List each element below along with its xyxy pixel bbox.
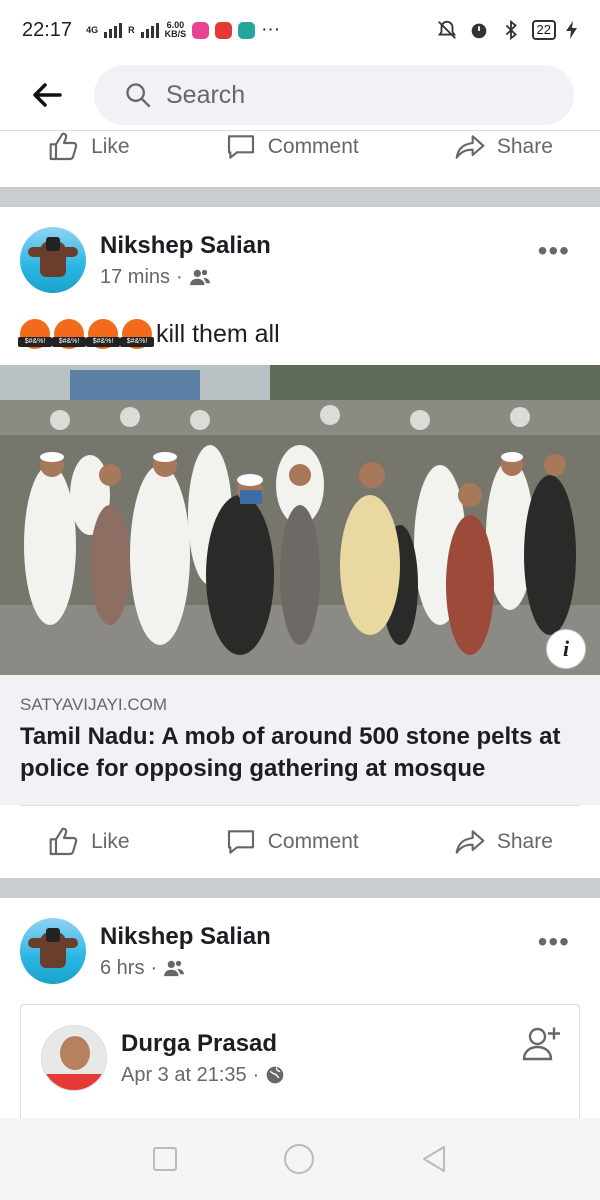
comment-icon [227, 135, 254, 159]
more-notifications: ··· [261, 19, 281, 40]
thumbs-up-icon [49, 827, 78, 856]
link-title: Tamil Nadu: A mob of around 500 stone pe… [20, 723, 561, 782]
status-bar: 22:17 4G R 6.00 KB/S ··· 22 [0, 0, 600, 60]
link-preview[interactable]: SATYAVIJAYI.COM Tamil Nadu: A mob of aro… [0, 675, 600, 805]
post-text: $#&%! $#&%! $#&%! $#&%! kill them all [0, 293, 600, 349]
post-separator [0, 878, 600, 898]
post-timestamp[interactable]: 17 mins [100, 266, 170, 289]
link-domain: SATYAVIJAYI.COM [20, 695, 168, 714]
angry-emoji-icon: $#&%! [86, 319, 120, 349]
post-separator [0, 187, 600, 207]
shared-author-avatar[interactable] [41, 1025, 107, 1091]
comment-label: Comment [267, 830, 359, 853]
like-label: Like [91, 830, 130, 853]
dot-separator: · [252, 1063, 260, 1086]
angry-emoji-icon: $#&%! [18, 319, 52, 349]
shared-timestamp[interactable]: Apr 3 at 21:35 [121, 1064, 247, 1087]
search-icon [126, 83, 151, 108]
comment-label: Comment [267, 135, 359, 158]
app-notification-icon-2 [238, 21, 256, 39]
photo-background [0, 365, 600, 435]
avatar[interactable] [20, 227, 86, 293]
share-label: Share [496, 135, 553, 158]
post-timestamp[interactable]: 6 hrs [100, 957, 144, 980]
home-icon[interactable] [283, 1143, 315, 1175]
system-nav-bar [0, 1118, 600, 1200]
signal-2-icon [140, 22, 159, 38]
net-speed-unit: KB/S [164, 29, 187, 39]
more-options-icon[interactable]: ••• [538, 235, 570, 267]
share-icon [455, 830, 485, 854]
angry-emoji-icon: $#&%! [52, 319, 86, 349]
shared-author[interactable]: Durga Prasad [121, 1030, 285, 1058]
post-card: Nikshep Salian 6 hrs · ••• Durga Prasad … [0, 898, 600, 1144]
like-button[interactable]: Like [47, 131, 130, 163]
back-nav-icon[interactable] [420, 1145, 448, 1173]
bluetooth-icon [505, 19, 517, 41]
add-friend-icon [522, 1027, 560, 1061]
share-button[interactable]: Share [453, 826, 553, 858]
recents-icon[interactable] [152, 1146, 178, 1172]
mute-icon [437, 20, 456, 39]
share-label: Share [496, 830, 553, 853]
post-actions: Like Comment Share [0, 806, 600, 878]
back-button[interactable] [0, 83, 94, 107]
comment-icon [227, 830, 254, 854]
group-audience-icon [164, 960, 185, 977]
thumbs-up-icon [49, 132, 78, 161]
signal-icon [104, 22, 123, 38]
previous-post-actions: Like Comment Share [0, 131, 600, 169]
search-header: Search [0, 60, 600, 130]
search-input[interactable]: Search [94, 65, 574, 125]
roaming-label: R [128, 24, 135, 35]
share-icon [455, 135, 485, 159]
clock: 22:17 [22, 18, 73, 41]
network-type: 4G [86, 24, 99, 35]
like-button[interactable]: Like [47, 826, 130, 858]
post-author[interactable]: Nikshep Salian [100, 923, 271, 951]
group-audience-icon [189, 269, 210, 286]
dot-separator: · [176, 265, 183, 288]
avatar[interactable] [20, 918, 86, 984]
post-text-body: kill them all [156, 319, 280, 348]
feed: Like Comment Share Nikshep Salian 17 min… [0, 130, 600, 1144]
share-button[interactable]: Share [453, 131, 553, 163]
net-speed: 6.00 KB/S [165, 21, 187, 39]
alarm-icon [471, 23, 486, 39]
crowd-photo [0, 435, 600, 675]
comment-button[interactable]: Comment [224, 826, 359, 858]
info-icon[interactable]: i [546, 629, 586, 669]
youtube-icon [215, 21, 233, 39]
post-card: Nikshep Salian 17 mins · ••• $#&%! $#&%!… [0, 207, 600, 878]
arrow-left-icon [33, 83, 62, 107]
add-friend-button[interactable] [521, 1023, 563, 1070]
charging-icon [566, 21, 577, 39]
app-notification-icon [192, 21, 210, 39]
search-placeholder: Search [166, 80, 246, 109]
battery-level: 22 [531, 20, 556, 40]
like-label: Like [91, 135, 130, 158]
post-author[interactable]: Nikshep Salian [100, 232, 271, 260]
angry-emoji-icon: $#&%! [120, 319, 154, 349]
comment-button[interactable]: Comment [224, 131, 359, 163]
dot-separator: · [150, 956, 158, 979]
more-options-icon[interactable]: ••• [538, 926, 570, 958]
globe-icon [266, 1066, 284, 1084]
link-preview-image[interactable]: i [0, 365, 600, 675]
